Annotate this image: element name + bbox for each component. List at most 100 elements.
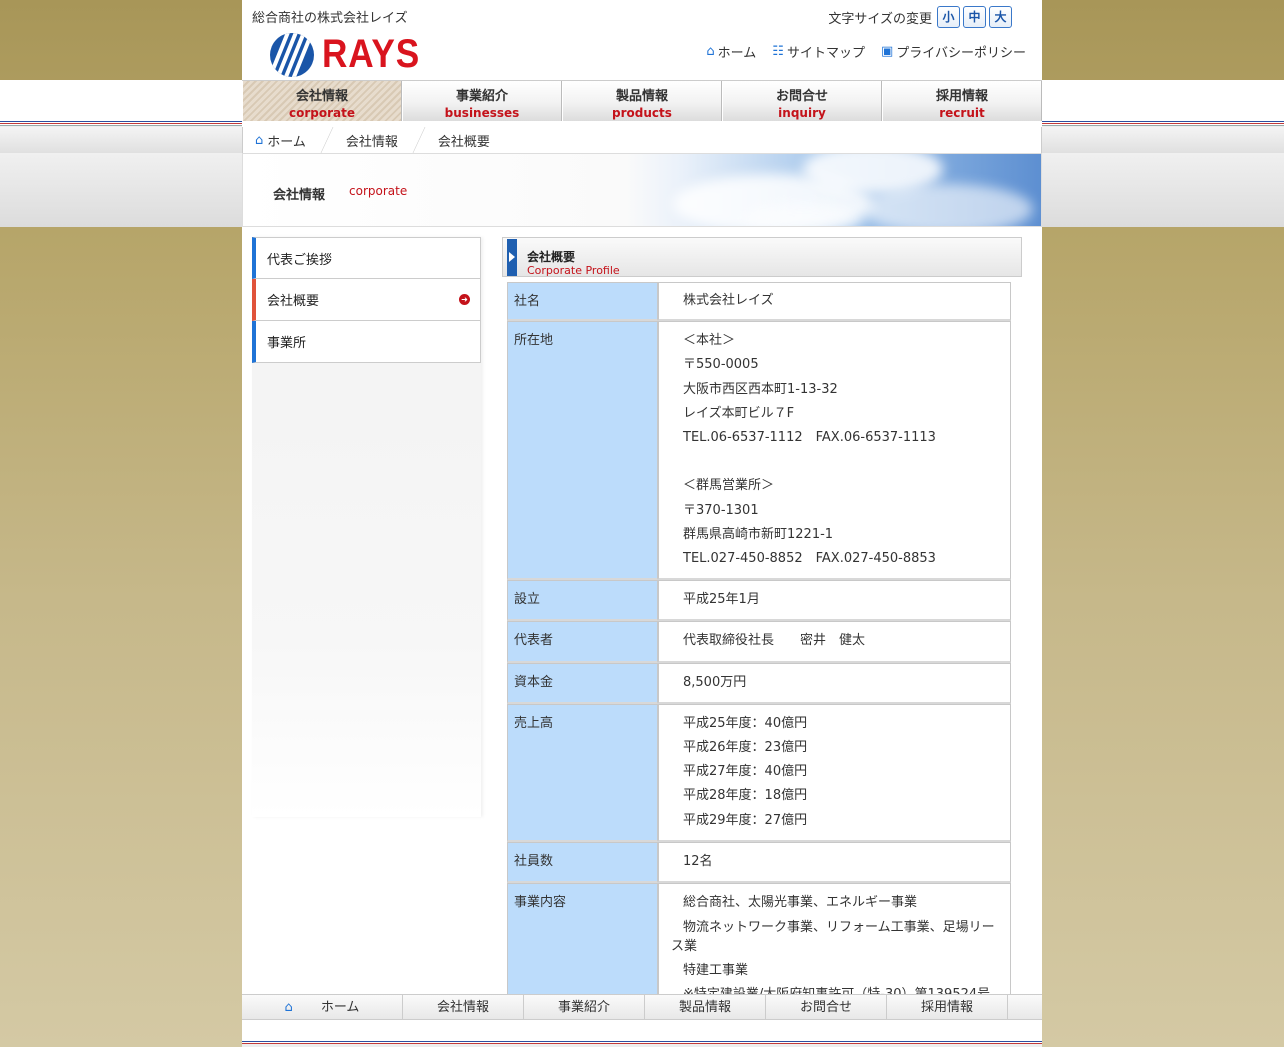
logo-mark-icon — [270, 32, 314, 77]
breadcrumb-corporate[interactable]: 会社情報 — [346, 131, 398, 150]
table-row: 社員数 12名 — [507, 841, 1011, 884]
row-value: 代表取締役社長 密井 健太 — [658, 621, 1011, 663]
nav-recruit[interactable]: 採用情報 recruit — [882, 81, 1042, 121]
value-line: 平成29年度：27億円 — [683, 812, 808, 828]
site-logo[interactable]: RAYS — [270, 32, 433, 77]
content-heading: 会社概要 Corporate Profile — [502, 237, 1022, 277]
value-line: レイズ本町ビル７F — [683, 405, 795, 421]
value-line: 総合商社、太陽光事業、エネルギー事業 — [683, 895, 918, 911]
footer-link-recruit[interactable]: 採用情報 — [887, 995, 1008, 1019]
value-line: 特建工事業 — [683, 963, 749, 979]
row-value: 平成25年1月 — [658, 580, 1011, 622]
row-key: 売上高 — [507, 703, 658, 842]
utility-links: ⌂ ホーム ☷ サイトマップ ▣ プライバシーポリシー — [706, 42, 1026, 61]
table-row: 売上高 平成25年度：40億円 平成26年度：23億円 平成27年度：40億円 … — [507, 703, 1011, 842]
value-line: 代表取締役社長 密井 健太 — [683, 633, 866, 649]
row-value: ＜本社＞ 〒550-0005 大阪市西区西本町1-13-32 レイズ本町ビル７F… — [658, 321, 1011, 581]
value-line: 平成26年度：23億円 — [683, 740, 808, 756]
global-nav: 会社情報 corporate 事業紹介 businesses 製品情報 product… — [242, 80, 1042, 121]
site-tagline: 総合商社の株式会社レイズ — [252, 11, 408, 26]
value-line: 大阪市西区西本町1-13-32 — [683, 381, 838, 397]
nav-label: 採用情報 — [935, 89, 988, 104]
row-key: 所在地 — [507, 321, 658, 581]
value-line: 〒370-1301 — [683, 502, 759, 518]
value-line: 平成25年度：40億円 — [683, 715, 808, 731]
footer-link-products[interactable]: 製品情報 — [645, 995, 766, 1019]
nav-inquiry[interactable]: お問合せ inquiry — [722, 81, 882, 121]
footer-link-businesses[interactable]: 事業紹介 — [524, 995, 645, 1019]
footer-link-inquiry[interactable]: お問合せ — [766, 995, 887, 1019]
heading-marker-icon — [507, 239, 517, 276]
table-row: 資本金 8,500万円 — [507, 662, 1011, 704]
value-line: 平成27年度：40億円 — [683, 764, 808, 780]
side-item-offices[interactable]: 事業所 — [252, 321, 481, 363]
font-size-small-button[interactable]: 小 — [937, 6, 960, 28]
breadcrumb-home[interactable]: ホーム — [267, 131, 306, 150]
breadcrumb-separator — [411, 127, 426, 153]
sitemap-link[interactable]: ☷ サイトマップ — [772, 42, 865, 61]
font-size-large-button[interactable]: 大 — [989, 6, 1012, 28]
value-line: ＜群馬営業所＞ — [683, 478, 775, 494]
row-key: 設立 — [507, 580, 658, 622]
row-value: 12名 — [658, 841, 1011, 884]
value-line: TEL.027-450-8852 FAX.027-450-8853 — [683, 551, 936, 567]
privacy-link[interactable]: ▣ プライバシーポリシー — [881, 42, 1026, 61]
footer-link-label: ホーム — [320, 1000, 360, 1015]
content-heading-title: 会社概要 — [527, 250, 576, 264]
font-size-switcher: 文字サイズの変更 小 中 大 — [828, 6, 1012, 28]
nav-label: お問合せ — [775, 89, 828, 104]
sitemap-link-label: サイトマップ — [786, 46, 865, 61]
arrow-circle-icon: ➜ — [459, 294, 470, 305]
nav-sublabel: recruit — [939, 106, 985, 120]
home-icon: ⌂ — [255, 132, 264, 148]
row-value: 8,500万円 — [658, 662, 1011, 704]
nav-sublabel: businesses — [444, 106, 520, 120]
breadcrumb-separator — [319, 127, 334, 153]
value-line: 株式会社レイズ — [683, 293, 774, 308]
font-size-label: 文字サイズの変更 — [828, 11, 932, 27]
value-line: 8,500万円 — [683, 674, 747, 690]
table-row: 設立 平成25年1月 — [507, 580, 1011, 622]
row-key: 社名 — [507, 282, 658, 322]
side-item-label: 代表ご挨拶 — [267, 252, 333, 268]
side-item-greeting[interactable]: 代表ご挨拶 — [252, 237, 481, 279]
logo-text: RAYS — [322, 32, 421, 76]
row-value: 株式会社レイズ — [658, 282, 1011, 322]
nav-sublabel: corporate — [289, 106, 355, 120]
content-heading-subtitle: Corporate Profile — [527, 264, 620, 277]
home-link[interactable]: ⌂ ホーム — [706, 42, 756, 61]
page-title: 会社情報 — [273, 188, 326, 203]
nav-products[interactable]: 製品情報 products — [562, 81, 722, 121]
table-row: 代表者 代表取締役社長 密井 健太 — [507, 621, 1011, 663]
page-title-banner: 会社情報 corporate — [242, 153, 1042, 227]
home-icon: ⌂ — [706, 44, 715, 59]
nav-label: 事業紹介 — [455, 89, 508, 104]
table-row: 社名 株式会社レイズ — [507, 282, 1011, 322]
nav-sublabel: products — [612, 106, 672, 120]
page-subtitle: corporate — [349, 184, 408, 198]
value-line: 〒550-0005 — [683, 357, 759, 373]
nav-label: 製品情報 — [615, 89, 668, 104]
font-size-medium-button[interactable]: 中 — [963, 6, 986, 28]
privacy-link-label: プライバシーポリシー — [896, 46, 1026, 61]
side-item-profile[interactable]: 会社概要 ➜ — [252, 279, 481, 321]
value-line-text: 物流ネットワーク事業、リフォーム工事業、足場リース業 — [671, 920, 995, 955]
breadcrumb-current: 会社概要 — [437, 134, 490, 150]
value-line: 12名 — [683, 853, 713, 869]
side-menu: 代表ご挨拶 会社概要 ➜ 事業所 — [252, 237, 481, 817]
nav-corporate[interactable]: 会社情報 corporate — [242, 81, 402, 121]
sitemap-icon: ☷ — [772, 44, 784, 59]
value-line: ＜本社＞ — [683, 333, 736, 349]
breadcrumb: ⌂ ホーム 会社情報 会社概要 — [242, 127, 1042, 153]
home-icon: ⌂ — [284, 1000, 293, 1015]
nav-businesses[interactable]: 事業紹介 businesses — [402, 81, 562, 121]
page-container: 総合商社の株式会社レイズ RAYS 文字サイズの変更 小 中 大 ⌂ ホーム ☷ サ… — [242, 0, 1042, 1047]
footer-link-home[interactable]: ⌂ ホーム — [242, 995, 403, 1019]
side-item-label: 会社概要 — [267, 294, 320, 309]
profile-table: 社名 株式会社レイズ 所在地 ＜本社＞ 〒550-0005 大阪市西区西本町1-… — [507, 282, 1011, 1017]
value-line: TEL.06-6537-1112 FAX.06-6537-1113 — [683, 430, 936, 446]
row-key: 代表者 — [507, 621, 658, 663]
footer-stripe — [242, 1041, 1042, 1047]
value-line: 平成25年1月 — [683, 592, 760, 608]
footer-link-corporate[interactable]: 会社情報 — [403, 995, 524, 1019]
